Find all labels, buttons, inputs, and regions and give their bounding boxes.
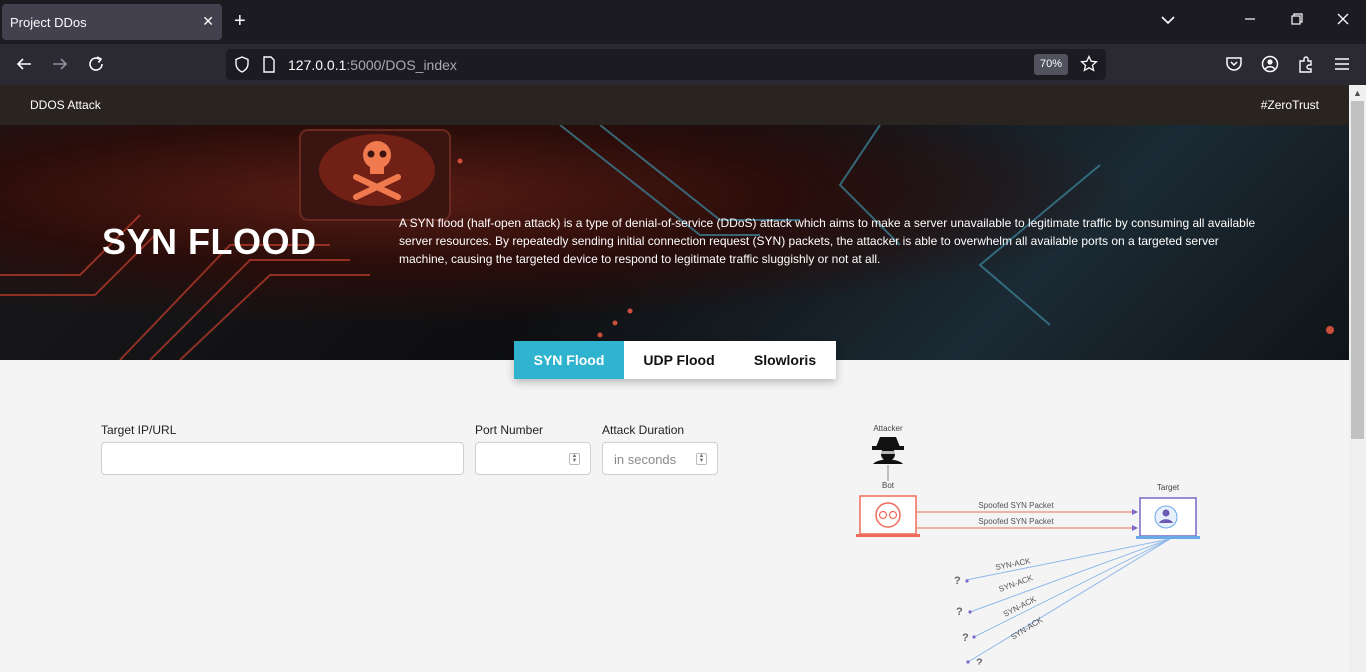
hero-description: A SYN flood (half-open attack) is a type…	[399, 216, 1256, 266]
diagram-ack-label-1: SYN-ACK	[995, 556, 1032, 572]
attack-type-tabs: SYN Flood UDP Flood Slowloris	[514, 341, 836, 379]
diagram-packet-label-2: Spoofed SYN Packet	[978, 517, 1054, 526]
page-info-icon[interactable]	[262, 56, 276, 73]
page-title: SYN FLOOD	[102, 221, 317, 262]
attack-duration-input[interactable]: in seconds ▲ ▼	[602, 442, 718, 475]
attack-duration-placeholder: in seconds	[614, 452, 677, 467]
diagram-packet-label-1: Spoofed SYN Packet	[978, 501, 1054, 510]
target-ip-label: Target IP/URL	[101, 423, 177, 437]
tab-list-chevron-icon[interactable]	[1160, 12, 1176, 28]
tab-slowloris[interactable]: Slowloris	[734, 341, 836, 379]
port-number-input[interactable]: ▲ ▼	[475, 442, 591, 475]
forward-arrow-icon[interactable]	[50, 54, 70, 74]
scrollbar-thumb[interactable]	[1351, 101, 1364, 439]
browser-tab-bar: Project DDos ✕ +	[0, 0, 1366, 44]
diagram-unknown-3: ?	[962, 632, 969, 644]
diagram-unknown-4: ?	[976, 657, 983, 665]
browser-tab-title: Project DDos	[10, 15, 87, 30]
extensions-icon[interactable]	[1296, 54, 1316, 74]
shield-icon[interactable]	[234, 56, 250, 73]
tab-syn-flood[interactable]: SYN Flood	[514, 341, 624, 379]
site-tagline: #ZeroTrust	[1260, 98, 1319, 112]
bookmark-star-icon[interactable]	[1080, 55, 1098, 73]
back-arrow-icon[interactable]	[14, 54, 34, 74]
diagram-bot-label: Bot	[882, 481, 895, 490]
site-header: DDOS Attack #ZeroTrust	[0, 85, 1349, 125]
close-tab-icon[interactable]: ✕	[202, 13, 214, 30]
attacker-hacker-icon	[872, 437, 904, 464]
duration-stepper-icon[interactable]: ▲ ▼	[696, 453, 707, 465]
diagram-target-label: Target	[1157, 483, 1180, 492]
target-ip-input[interactable]	[101, 442, 464, 475]
url-bar[interactable]: 127.0.0.1:5000/DOS_index 70%	[226, 49, 1106, 80]
browser-nav-bar: 127.0.0.1:5000/DOS_index 70%	[0, 44, 1366, 85]
syn-flood-diagram: Attacker Bot Target Spoofed SYN Packet S…	[856, 424, 1200, 665]
target-computer-icon	[1136, 497, 1200, 539]
pocket-icon[interactable]	[1224, 54, 1244, 74]
restore-icon[interactable]	[1290, 12, 1304, 26]
diagram-attacker-label: Attacker	[873, 424, 903, 433]
zoom-level-badge[interactable]: 70%	[1034, 54, 1068, 75]
close-window-icon[interactable]	[1336, 12, 1350, 26]
new-tab-icon[interactable]: +	[234, 10, 246, 32]
minimize-icon[interactable]	[1243, 12, 1257, 26]
hero-banner: SYN FLOOD A SYN flood (half-open attack)…	[0, 125, 1349, 360]
bot-computer-icon	[856, 495, 920, 537]
diagram-unknown-1: ?	[954, 575, 961, 587]
scroll-up-arrow-icon[interactable]: ▲	[1353, 88, 1362, 98]
page-scrollbar[interactable]: ▲	[1349, 85, 1366, 672]
browser-tab[interactable]: Project DDos ✕	[2, 4, 222, 40]
page-viewport: DDOS Attack #ZeroTrust SYN FLOOD A SYN f…	[0, 85, 1349, 672]
diagram-ack-label-4: SYN-ACK	[1009, 615, 1044, 642]
port-number-label: Port Number	[475, 423, 544, 437]
tab-udp-flood[interactable]: UDP Flood	[624, 341, 734, 379]
menu-hamburger-icon[interactable]	[1332, 54, 1352, 74]
reload-icon[interactable]	[86, 54, 106, 74]
attack-duration-label: Attack Duration	[602, 423, 685, 437]
diagram-unknown-2: ?	[956, 606, 963, 618]
site-brand-link[interactable]: DDOS Attack	[30, 98, 101, 112]
port-stepper-icon[interactable]: ▲ ▼	[569, 453, 580, 465]
account-icon[interactable]	[1260, 54, 1280, 74]
url-text: 127.0.0.1:5000/DOS_index	[288, 57, 457, 73]
skull-chip-icon	[299, 129, 451, 221]
